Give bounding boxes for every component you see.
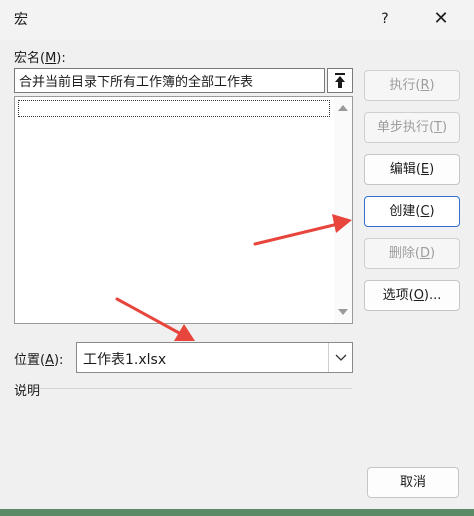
edit-button[interactable]: 编辑(E)	[364, 154, 460, 185]
description-divider	[40, 388, 352, 389]
macro-name-label: 宏名(M):	[14, 51, 66, 66]
upload-arrow-button[interactable]	[327, 68, 353, 93]
cancel-button[interactable]: 取消	[367, 467, 459, 498]
upload-arrow-icon	[335, 73, 345, 88]
delete-button[interactable]: 删除(D)	[364, 238, 460, 269]
run-button[interactable]: 执行(R)	[364, 70, 460, 101]
location-label: 位置(A):	[14, 353, 64, 368]
create-button[interactable]: 创建(C)	[364, 196, 460, 227]
list-item[interactable]	[18, 100, 330, 117]
title-bar: 宏 ? ✕	[0, 0, 474, 40]
close-button[interactable]: ✕	[426, 4, 456, 34]
dialog-title: 宏	[14, 12, 28, 28]
location-value: 工作表1.xlsx	[83, 352, 167, 368]
macro-name-input[interactable]	[14, 68, 325, 93]
background-stripe	[0, 509, 474, 516]
chevron-down-icon	[335, 354, 347, 361]
description-label: 说明	[14, 384, 41, 399]
location-dropdown-button[interactable]	[328, 343, 352, 372]
scroll-down-icon[interactable]	[338, 309, 348, 315]
list-scrollbar[interactable]	[334, 97, 352, 323]
macro-list[interactable]	[14, 96, 353, 324]
options-button[interactable]: 选项(O)...	[364, 280, 460, 311]
location-select[interactable]: 工作表1.xlsx	[76, 342, 353, 373]
step-into-button[interactable]: 单步执行(T)	[364, 112, 460, 143]
help-button[interactable]: ?	[370, 4, 400, 34]
scroll-up-icon[interactable]	[338, 105, 348, 111]
